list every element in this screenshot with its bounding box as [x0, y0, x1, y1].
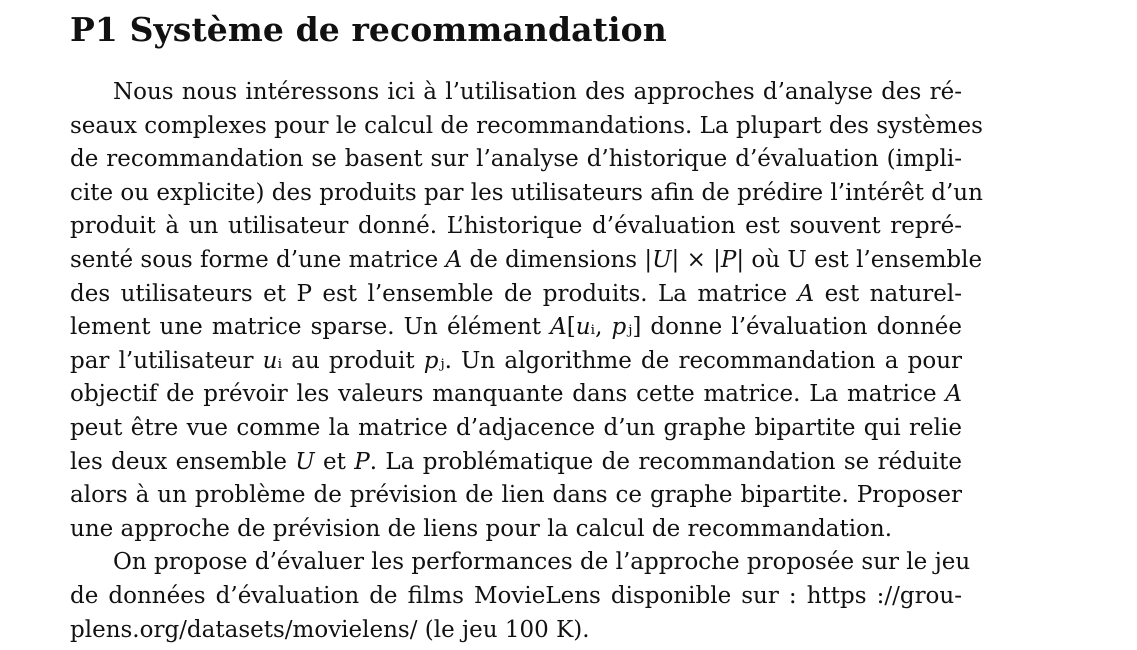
paragraph-1-line: seaux complexes pour le calcul de recomm… [70, 112, 983, 139]
paragraph-2-line: plens.org/datasets/movielens/ (le jeu 10… [70, 616, 590, 643]
paragraph-1-line: les deux ensemble 𝑈 et 𝑃. La problématiq… [70, 448, 962, 475]
paragraph-1-line: cite ou explicite) des produits par les … [70, 179, 983, 206]
paragraph-1-line: peut être vue comme la matrice d’adjacen… [70, 414, 962, 441]
paragraph-2-line: de données d’évaluation de films MovieLe… [70, 582, 962, 609]
paragraph-1-line: une approche de prévision de liens pour … [70, 515, 893, 542]
section-heading: P1 Système de recommandation [70, 10, 667, 49]
paragraph-1-line: de recommandation se basent sur l’analys… [70, 146, 962, 173]
paragraph-2-line: On propose d’évaluer les performances de… [113, 549, 971, 576]
paragraph-1-line: objectif de prévoir les valeurs manquant… [70, 381, 962, 408]
paragraph-1-line: senté sous forme d’une matrice 𝐴 de dime… [70, 246, 983, 273]
paragraph-1-line: par l’utilisateur 𝑢ᵢ au produit 𝑝ⱼ. Un a… [70, 347, 962, 374]
document-body: Nous nous intéressons ici à l’utilisatio… [70, 76, 983, 647]
paragraph-1-line: alors à un problème de prévision de lien… [70, 482, 962, 509]
paragraph-1-line: Nous nous intéressons ici à l’utilisatio… [113, 79, 962, 105]
paragraph-1-line: lement une matrice sparse. Un élément 𝐴[… [70, 314, 962, 341]
paragraph-1-line: des utilisateurs et P est l’ensemble de … [70, 280, 962, 307]
paragraph-1-line: produit à un utilisateur donné. L’histor… [70, 213, 962, 240]
